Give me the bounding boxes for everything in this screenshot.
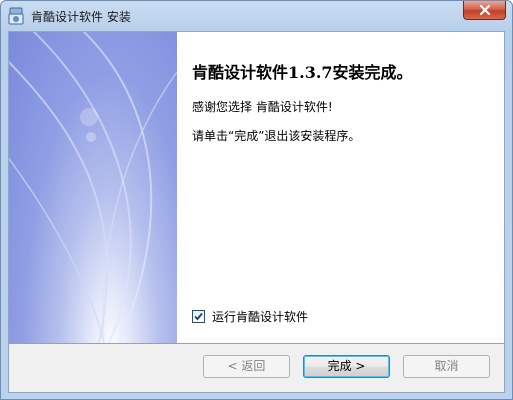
welcome-side-image xyxy=(9,32,177,343)
installer-window: 肯酷设计软件 安装 肯酷设计软件1.3.7安装完成。 感谢您选择 肯酷设计软件!… xyxy=(0,0,513,400)
window-title: 肯酷设计软件 安装 xyxy=(31,10,131,24)
title-bar[interactable]: 肯酷设计软件 安装 xyxy=(1,1,512,31)
cancel-button[interactable]: 取消 xyxy=(403,355,490,378)
dialog-client-area: 肯酷设计软件1.3.7安装完成。 感谢您选择 肯酷设计软件! 请单击“完成”退出… xyxy=(8,31,505,393)
thanks-text: 感谢您选择 肯酷设计软件! xyxy=(192,100,333,114)
run-app-checkbox[interactable] xyxy=(192,310,205,323)
back-button[interactable]: < 返回 xyxy=(203,355,290,378)
close-button[interactable] xyxy=(463,1,506,20)
finish-page: 肯酷设计软件1.3.7安装完成。 感谢您选择 肯酷设计软件! 请单击“完成”退出… xyxy=(177,32,504,343)
instruction-text: 请单击“完成”退出该安装程序。 xyxy=(192,129,361,143)
finish-button[interactable]: 完成 > xyxy=(303,355,390,378)
run-app-option[interactable]: 运行肯酷设计软件 xyxy=(192,308,308,325)
installer-icon xyxy=(8,7,24,25)
button-bar: < 返回 完成 > 取消 xyxy=(9,344,504,392)
checkmark-icon xyxy=(194,312,203,321)
page-title: 肯酷设计软件1.3.7安装完成。 xyxy=(192,63,413,82)
close-icon xyxy=(479,5,491,15)
run-app-label[interactable]: 运行肯酷设计软件 xyxy=(212,308,308,325)
